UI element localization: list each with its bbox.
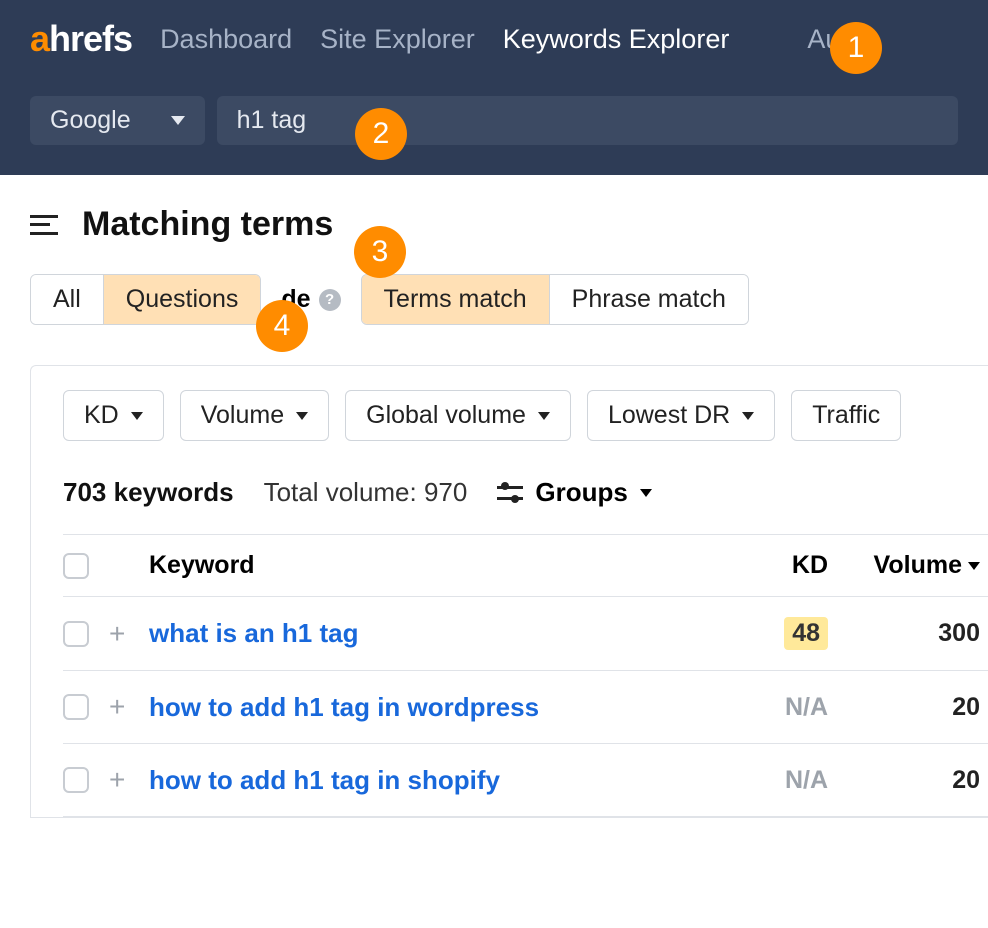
match-type-tabs: Terms match Phrase match bbox=[361, 274, 749, 325]
filter-lowest-dr[interactable]: Lowest DR bbox=[587, 390, 775, 441]
tab-terms-match[interactable]: Terms match bbox=[362, 275, 550, 324]
keyword-link[interactable]: how to add h1 tag in wordpress bbox=[149, 692, 539, 722]
row-checkbox[interactable] bbox=[63, 621, 89, 647]
keyword-count: 703 keywords bbox=[63, 477, 234, 508]
content-area: Matching terms All Questions de ? Terms … bbox=[0, 175, 988, 818]
kd-badge: 48 bbox=[784, 617, 828, 650]
volume-value: 300 bbox=[938, 619, 980, 648]
filter-volume[interactable]: Volume bbox=[180, 390, 329, 441]
table-row: + how to add h1 tag in shopify N/A 20 bbox=[63, 744, 988, 817]
column-keyword[interactable]: Keyword bbox=[149, 551, 728, 580]
table-body: + what is an h1 tag 48 300 + how to add h1 ta… bbox=[63, 597, 988, 817]
expand-icon[interactable]: + bbox=[109, 764, 125, 795]
chevron-down-icon bbox=[742, 412, 754, 420]
sort-desc-icon bbox=[968, 562, 980, 570]
chevron-down-icon bbox=[538, 412, 550, 420]
table-row: + how to add h1 tag in wordpress N/A 20 bbox=[63, 671, 988, 744]
sliders-icon bbox=[497, 483, 523, 503]
filter-kd[interactable]: KD bbox=[63, 390, 164, 441]
tab-questions[interactable]: Questions bbox=[104, 275, 261, 324]
kd-na: N/A bbox=[785, 766, 828, 794]
page-title: Matching terms bbox=[82, 205, 333, 244]
annotation-badge-4: 4 bbox=[256, 300, 308, 352]
tab-all[interactable]: All bbox=[31, 275, 104, 324]
tabs-row: All Questions de ? Terms match Phrase ma… bbox=[30, 274, 988, 325]
expand-icon[interactable]: + bbox=[109, 691, 125, 722]
page-title-row: Matching terms bbox=[30, 205, 988, 244]
logo[interactable]: ahrefs bbox=[30, 18, 132, 60]
chevron-down-icon bbox=[171, 116, 185, 125]
tab-phrase-match[interactable]: Phrase match bbox=[550, 275, 748, 324]
nav-dashboard[interactable]: Dashboard bbox=[160, 24, 292, 55]
kd-na: N/A bbox=[785, 693, 828, 721]
nav-keywords-explorer[interactable]: Keywords Explorer bbox=[503, 24, 730, 55]
row-checkbox[interactable] bbox=[63, 694, 89, 720]
logo-rest: hrefs bbox=[49, 18, 132, 59]
nav-row: ahrefs Dashboard Site Explorer Keywords … bbox=[30, 18, 958, 60]
annotation-badge-2: 2 bbox=[355, 108, 407, 160]
select-all-checkbox[interactable] bbox=[63, 553, 89, 579]
search-engine-label: Google bbox=[50, 106, 131, 135]
volume-value: 20 bbox=[952, 693, 980, 722]
chevron-down-icon bbox=[640, 489, 652, 497]
logo-first-letter: a bbox=[30, 18, 49, 59]
row-checkbox[interactable] bbox=[63, 767, 89, 793]
annotation-badge-3: 3 bbox=[354, 226, 406, 278]
table-row: + what is an h1 tag 48 300 bbox=[63, 597, 988, 671]
groups-button[interactable]: Groups bbox=[497, 477, 651, 508]
stats-row: 703 keywords Total volume: 970 Groups bbox=[63, 477, 988, 508]
chevron-down-icon bbox=[296, 412, 308, 420]
keyword-link[interactable]: what is an h1 tag bbox=[149, 618, 359, 648]
results-panel: KD Volume Global volume Lowest DR Traffi… bbox=[30, 365, 988, 818]
search-engine-select[interactable]: Google bbox=[30, 96, 205, 145]
nav-site-explorer[interactable]: Site Explorer bbox=[320, 24, 475, 55]
filter-traffic[interactable]: Traffic bbox=[791, 390, 901, 441]
filter-row: KD Volume Global volume Lowest DR Traffi… bbox=[63, 390, 988, 441]
filter-global-volume[interactable]: Global volume bbox=[345, 390, 571, 441]
groups-label: Groups bbox=[535, 477, 627, 508]
total-volume: Total volume: 970 bbox=[264, 477, 468, 508]
expand-icon[interactable]: + bbox=[109, 618, 125, 649]
column-kd[interactable]: KD bbox=[728, 551, 828, 580]
search-row: Google bbox=[30, 96, 958, 145]
menu-icon[interactable] bbox=[30, 215, 58, 235]
keyword-search-input[interactable] bbox=[217, 96, 958, 145]
keyword-link[interactable]: how to add h1 tag in shopify bbox=[149, 765, 500, 795]
help-icon[interactable]: ? bbox=[319, 289, 341, 311]
chevron-down-icon bbox=[131, 412, 143, 420]
column-volume[interactable]: Volume bbox=[828, 551, 988, 580]
volume-value: 20 bbox=[952, 766, 980, 795]
table-header: Keyword KD Volume bbox=[63, 534, 988, 597]
result-type-tabs: All Questions bbox=[30, 274, 261, 325]
annotation-badge-1: 1 bbox=[830, 22, 882, 74]
